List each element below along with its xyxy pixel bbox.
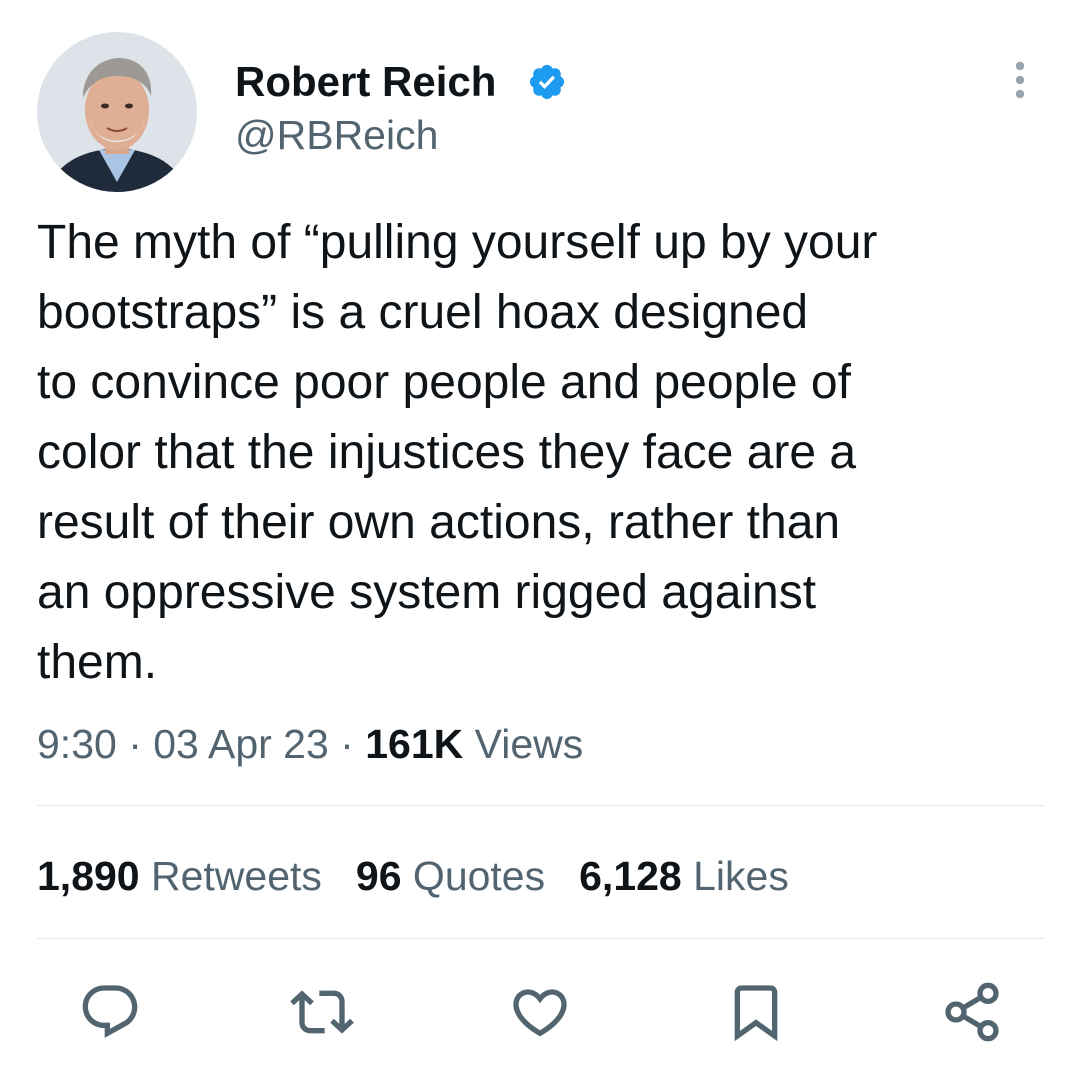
tweet-text: The myth of “pulling yourself up by your…	[37, 216, 878, 689]
author-name[interactable]: Robert Reich	[235, 57, 496, 107]
quotes-stat[interactable]: 96 Quotes	[356, 850, 545, 902]
tweet-meta: 9:30 · 03 Apr 23 · 161K Views	[37, 718, 583, 770]
retweet-icon[interactable]	[290, 980, 354, 1044]
meta-separator: ·	[116, 721, 154, 767]
retweets-stat[interactable]: 1,890 Retweets	[37, 850, 322, 902]
share-icon[interactable]	[940, 980, 1004, 1044]
quotes-count: 96	[355, 853, 402, 899]
engagement-stats: 1,890 Retweets 96 Quotes 6,128 Likes	[37, 850, 823, 902]
views-label: Views	[463, 721, 584, 767]
likes-label: Likes	[681, 853, 789, 899]
likes-stat[interactable]: 6,128 Likes	[579, 850, 789, 902]
divider	[37, 938, 1044, 939]
likes-count: 6,128	[579, 853, 682, 899]
quotes-label: Quotes	[401, 853, 546, 899]
heart-icon[interactable]	[508, 980, 572, 1044]
bookmark-icon[interactable]	[724, 980, 788, 1044]
author-handle[interactable]: @RBReich	[235, 110, 438, 160]
tweet-card: Robert Reich @RBReich The myth of “pulli…	[0, 0, 1080, 1068]
avatar[interactable]	[37, 32, 197, 192]
retweets-label: Retweets	[139, 853, 322, 899]
retweets-count: 1,890	[37, 853, 140, 899]
tweet-date[interactable]: 03 Apr 23	[153, 721, 329, 767]
verified-badge-icon	[527, 62, 567, 102]
divider	[37, 805, 1044, 806]
meta-separator: ·	[328, 721, 366, 767]
more-options-icon[interactable]	[1004, 56, 1036, 104]
views-count: 161K	[365, 721, 464, 767]
tweet-time[interactable]: 9:30	[37, 721, 117, 767]
reply-icon[interactable]	[78, 980, 142, 1044]
